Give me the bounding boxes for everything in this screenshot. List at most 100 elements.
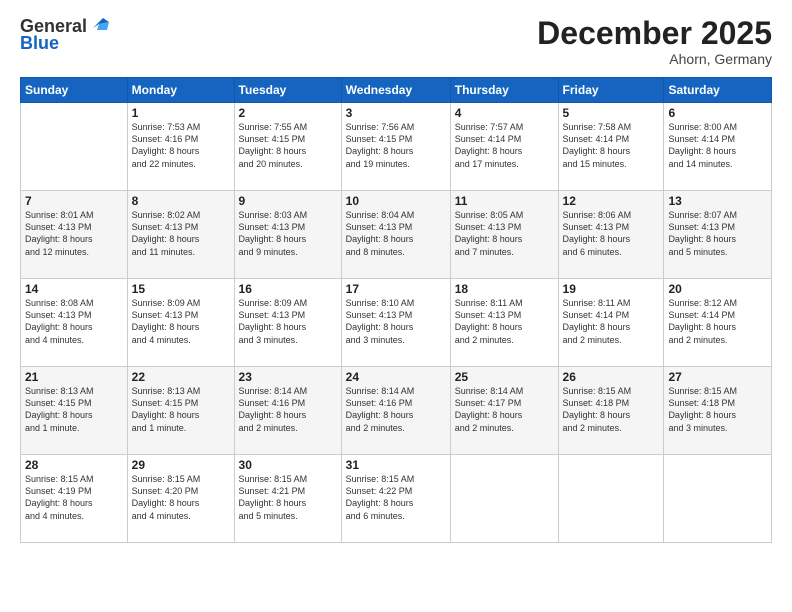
day-number: 26	[563, 370, 660, 384]
day-info: Sunrise: 8:15 AMSunset: 4:21 PMDaylight:…	[239, 473, 337, 522]
day-number: 6	[668, 106, 767, 120]
calendar-cell	[664, 455, 772, 543]
calendar-cell: 28Sunrise: 8:15 AMSunset: 4:19 PMDayligh…	[21, 455, 128, 543]
day-number: 2	[239, 106, 337, 120]
day-number: 27	[668, 370, 767, 384]
calendar-week-row: 14Sunrise: 8:08 AMSunset: 4:13 PMDayligh…	[21, 279, 772, 367]
calendar-cell: 1Sunrise: 7:53 AMSunset: 4:16 PMDaylight…	[127, 103, 234, 191]
day-number: 9	[239, 194, 337, 208]
calendar-cell: 3Sunrise: 7:56 AMSunset: 4:15 PMDaylight…	[341, 103, 450, 191]
dow-header-thursday: Thursday	[450, 78, 558, 103]
day-info: Sunrise: 8:09 AMSunset: 4:13 PMDaylight:…	[239, 297, 337, 346]
day-number: 15	[132, 282, 230, 296]
day-number: 28	[25, 458, 123, 472]
calendar-cell: 7Sunrise: 8:01 AMSunset: 4:13 PMDaylight…	[21, 191, 128, 279]
calendar-week-row: 7Sunrise: 8:01 AMSunset: 4:13 PMDaylight…	[21, 191, 772, 279]
calendar-cell: 14Sunrise: 8:08 AMSunset: 4:13 PMDayligh…	[21, 279, 128, 367]
day-info: Sunrise: 8:01 AMSunset: 4:13 PMDaylight:…	[25, 209, 123, 258]
header: General Blue December 2025 Ahorn, German…	[20, 16, 772, 67]
logo-bird-icon	[89, 14, 111, 36]
calendar-cell: 5Sunrise: 7:58 AMSunset: 4:14 PMDaylight…	[558, 103, 664, 191]
calendar-cell	[558, 455, 664, 543]
calendar-cell: 25Sunrise: 8:14 AMSunset: 4:17 PMDayligh…	[450, 367, 558, 455]
dow-header-sunday: Sunday	[21, 78, 128, 103]
day-info: Sunrise: 8:11 AMSunset: 4:13 PMDaylight:…	[455, 297, 554, 346]
day-info: Sunrise: 7:58 AMSunset: 4:14 PMDaylight:…	[563, 121, 660, 170]
calendar-cell: 9Sunrise: 8:03 AMSunset: 4:13 PMDaylight…	[234, 191, 341, 279]
day-number: 18	[455, 282, 554, 296]
day-info: Sunrise: 8:13 AMSunset: 4:15 PMDaylight:…	[25, 385, 123, 434]
day-number: 16	[239, 282, 337, 296]
day-info: Sunrise: 8:10 AMSunset: 4:13 PMDaylight:…	[346, 297, 446, 346]
calendar-cell: 21Sunrise: 8:13 AMSunset: 4:15 PMDayligh…	[21, 367, 128, 455]
title-block: December 2025 Ahorn, Germany	[537, 16, 772, 67]
day-info: Sunrise: 7:55 AMSunset: 4:15 PMDaylight:…	[239, 121, 337, 170]
calendar-cell: 4Sunrise: 7:57 AMSunset: 4:14 PMDaylight…	[450, 103, 558, 191]
location: Ahorn, Germany	[537, 51, 772, 67]
calendar-cell: 13Sunrise: 8:07 AMSunset: 4:13 PMDayligh…	[664, 191, 772, 279]
calendar-week-row: 1Sunrise: 7:53 AMSunset: 4:16 PMDaylight…	[21, 103, 772, 191]
calendar-body: 1Sunrise: 7:53 AMSunset: 4:16 PMDaylight…	[21, 103, 772, 543]
calendar-cell	[21, 103, 128, 191]
day-info: Sunrise: 8:02 AMSunset: 4:13 PMDaylight:…	[132, 209, 230, 258]
day-number: 11	[455, 194, 554, 208]
day-info: Sunrise: 8:09 AMSunset: 4:13 PMDaylight:…	[132, 297, 230, 346]
calendar-cell: 22Sunrise: 8:13 AMSunset: 4:15 PMDayligh…	[127, 367, 234, 455]
day-info: Sunrise: 8:11 AMSunset: 4:14 PMDaylight:…	[563, 297, 660, 346]
calendar-cell: 8Sunrise: 8:02 AMSunset: 4:13 PMDaylight…	[127, 191, 234, 279]
day-number: 20	[668, 282, 767, 296]
day-number: 22	[132, 370, 230, 384]
calendar-cell: 29Sunrise: 8:15 AMSunset: 4:20 PMDayligh…	[127, 455, 234, 543]
calendar-cell: 24Sunrise: 8:14 AMSunset: 4:16 PMDayligh…	[341, 367, 450, 455]
day-number: 7	[25, 194, 123, 208]
calendar-cell: 15Sunrise: 8:09 AMSunset: 4:13 PMDayligh…	[127, 279, 234, 367]
day-info: Sunrise: 8:15 AMSunset: 4:22 PMDaylight:…	[346, 473, 446, 522]
calendar-cell: 16Sunrise: 8:09 AMSunset: 4:13 PMDayligh…	[234, 279, 341, 367]
logo: General Blue	[20, 16, 111, 54]
day-info: Sunrise: 8:12 AMSunset: 4:14 PMDaylight:…	[668, 297, 767, 346]
dow-header-saturday: Saturday	[664, 78, 772, 103]
page: General Blue December 2025 Ahorn, German…	[0, 0, 792, 612]
calendar-cell: 30Sunrise: 8:15 AMSunset: 4:21 PMDayligh…	[234, 455, 341, 543]
day-info: Sunrise: 8:08 AMSunset: 4:13 PMDaylight:…	[25, 297, 123, 346]
day-info: Sunrise: 7:56 AMSunset: 4:15 PMDaylight:…	[346, 121, 446, 170]
calendar: SundayMondayTuesdayWednesdayThursdayFrid…	[20, 77, 772, 543]
calendar-cell: 6Sunrise: 8:00 AMSunset: 4:14 PMDaylight…	[664, 103, 772, 191]
calendar-week-row: 28Sunrise: 8:15 AMSunset: 4:19 PMDayligh…	[21, 455, 772, 543]
calendar-cell: 18Sunrise: 8:11 AMSunset: 4:13 PMDayligh…	[450, 279, 558, 367]
day-number: 12	[563, 194, 660, 208]
day-info: Sunrise: 7:57 AMSunset: 4:14 PMDaylight:…	[455, 121, 554, 170]
calendar-cell: 31Sunrise: 8:15 AMSunset: 4:22 PMDayligh…	[341, 455, 450, 543]
day-info: Sunrise: 8:04 AMSunset: 4:13 PMDaylight:…	[346, 209, 446, 258]
calendar-cell: 23Sunrise: 8:14 AMSunset: 4:16 PMDayligh…	[234, 367, 341, 455]
day-number: 29	[132, 458, 230, 472]
day-number: 24	[346, 370, 446, 384]
dow-header-tuesday: Tuesday	[234, 78, 341, 103]
calendar-cell: 20Sunrise: 8:12 AMSunset: 4:14 PMDayligh…	[664, 279, 772, 367]
month-title: December 2025	[537, 16, 772, 51]
calendar-week-row: 21Sunrise: 8:13 AMSunset: 4:15 PMDayligh…	[21, 367, 772, 455]
day-number: 23	[239, 370, 337, 384]
day-number: 4	[455, 106, 554, 120]
day-number: 10	[346, 194, 446, 208]
day-info: Sunrise: 8:05 AMSunset: 4:13 PMDaylight:…	[455, 209, 554, 258]
dow-header-monday: Monday	[127, 78, 234, 103]
day-number: 3	[346, 106, 446, 120]
calendar-cell: 26Sunrise: 8:15 AMSunset: 4:18 PMDayligh…	[558, 367, 664, 455]
day-info: Sunrise: 8:13 AMSunset: 4:15 PMDaylight:…	[132, 385, 230, 434]
day-info: Sunrise: 8:06 AMSunset: 4:13 PMDaylight:…	[563, 209, 660, 258]
day-number: 13	[668, 194, 767, 208]
calendar-cell: 2Sunrise: 7:55 AMSunset: 4:15 PMDaylight…	[234, 103, 341, 191]
day-number: 17	[346, 282, 446, 296]
day-info: Sunrise: 8:03 AMSunset: 4:13 PMDaylight:…	[239, 209, 337, 258]
day-info: Sunrise: 8:07 AMSunset: 4:13 PMDaylight:…	[668, 209, 767, 258]
day-number: 19	[563, 282, 660, 296]
calendar-cell: 19Sunrise: 8:11 AMSunset: 4:14 PMDayligh…	[558, 279, 664, 367]
dow-header-friday: Friday	[558, 78, 664, 103]
calendar-cell: 12Sunrise: 8:06 AMSunset: 4:13 PMDayligh…	[558, 191, 664, 279]
day-info: Sunrise: 8:00 AMSunset: 4:14 PMDaylight:…	[668, 121, 767, 170]
day-number: 1	[132, 106, 230, 120]
day-number: 25	[455, 370, 554, 384]
day-number: 8	[132, 194, 230, 208]
day-info: Sunrise: 8:14 AMSunset: 4:16 PMDaylight:…	[239, 385, 337, 434]
